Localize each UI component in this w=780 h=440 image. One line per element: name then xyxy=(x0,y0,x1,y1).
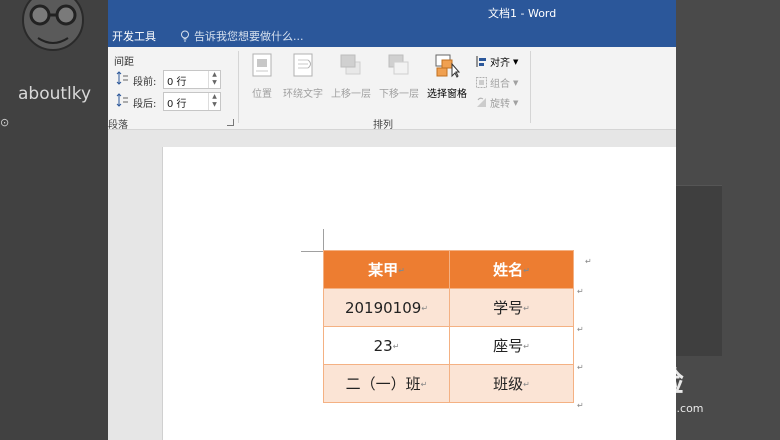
align-button[interactable]: 对齐 ▼ xyxy=(476,54,518,69)
desktop-left-area: aboutlky ⊙ xyxy=(0,0,108,440)
dropdown-arrow-icon: ▼ xyxy=(513,57,519,66)
ribbon-separator xyxy=(238,51,239,123)
table-cell[interactable]: 23↵ xyxy=(323,326,450,365)
end-of-row-mark: ↵ xyxy=(577,287,584,296)
end-of-cell-mark: ↵ xyxy=(392,341,400,351)
cell-text: 某甲 xyxy=(368,261,399,279)
position-icon xyxy=(252,53,272,77)
watermark-logo: Bai经验 xyxy=(588,366,684,397)
group-icon xyxy=(476,77,487,88)
group-label-arrange: 排列 xyxy=(373,120,393,131)
position-label: 位置 xyxy=(252,89,272,100)
selection-pane-icon xyxy=(435,54,461,78)
ribbon: 间距 段前: 0 行 ▲ ▼ 段后: 0 行 ▲ ▼ 段落 位置 环绕文字 上移一层 xyxy=(108,47,676,131)
group-label: 组合 xyxy=(490,79,510,90)
end-of-cell-mark: ↵ xyxy=(398,266,405,275)
end-of-row-mark: ↵ xyxy=(577,325,584,334)
table-cell[interactable]: 座号↵ xyxy=(449,326,574,365)
align-label: 对齐 xyxy=(490,58,510,69)
table-cell[interactable]: 20190109↵ xyxy=(323,288,450,327)
lightbulb-icon xyxy=(181,30,189,42)
end-of-row-mark: ↵ xyxy=(577,401,584,410)
desktop-username: aboutlky xyxy=(18,84,92,104)
desktop-right-panel xyxy=(676,185,722,356)
table-row: 20190109↵ 学号↵ xyxy=(323,288,574,327)
rotate-icon xyxy=(477,97,486,107)
baidu-jingyan-watermark: Bai经验 jingyan.baidu.com xyxy=(588,360,704,415)
desktop-edge-glyph: ⊙ xyxy=(0,116,10,129)
spacing-before-value: 0 行 xyxy=(167,77,187,88)
send-backward-label: 下移一层 xyxy=(379,89,419,100)
spacing-after-value: 0 行 xyxy=(167,99,187,110)
spacing-after-input[interactable]: 0 行 ▲ ▼ xyxy=(163,92,221,111)
data-table[interactable]: 某甲↵ 姓名↵ 20190109↵ 学号↵ 23↵ 座号↵ 二（一）班↵ 班级↵ xyxy=(323,250,574,403)
end-of-cell-mark: ↵ xyxy=(523,304,530,313)
rotate-label: 旋转 xyxy=(490,99,510,110)
dialog-launcher-icon[interactable] xyxy=(227,119,234,126)
rotate-button[interactable]: 旋转 ▼ xyxy=(476,95,518,110)
cell-text: 二（一）班 xyxy=(345,375,421,393)
avatar-cartoon-icon xyxy=(22,0,84,51)
crop-mark xyxy=(301,251,323,252)
watermark-url: jingyan.baidu.com xyxy=(602,402,704,415)
end-of-row-mark: ↵ xyxy=(585,257,592,266)
end-of-cell-mark: ↵ xyxy=(523,266,530,275)
spacing-after-icon xyxy=(116,93,128,107)
end-of-row-mark: ↵ xyxy=(577,363,584,372)
table-row: 二（一）班↵ 班级↵ xyxy=(323,364,574,403)
spacing-after-label: 段后: xyxy=(133,99,157,110)
table-cell[interactable]: 姓名↵ xyxy=(449,250,574,289)
window-title: 文档1 - Word xyxy=(488,7,557,20)
ribbon-tab-bar: 开发工具 告诉我您想要做什么... xyxy=(108,24,676,47)
end-of-cell-mark: ↵ xyxy=(421,303,429,313)
selection-pane-button[interactable]: 选择窗格 xyxy=(424,52,470,100)
position-button[interactable]: 位置 xyxy=(248,52,276,100)
send-backward-icon xyxy=(388,54,409,75)
tab-developer[interactable]: 开发工具 xyxy=(112,28,156,44)
cell-text: 学号 xyxy=(493,299,524,317)
align-icon xyxy=(476,56,486,67)
spacing-before-label: 段前: xyxy=(133,77,157,88)
table-cell[interactable]: 二（一）班↵ xyxy=(323,364,450,403)
spin-arrows-icon[interactable]: ▲ ▼ xyxy=(208,71,220,88)
bring-forward-icon xyxy=(340,54,361,75)
tell-me-placeholder: 告诉我您想要做什么... xyxy=(194,30,304,43)
wrap-text-label: 环绕文字 xyxy=(283,89,323,100)
group-button[interactable]: 组合 ▼ xyxy=(476,75,518,90)
dropdown-arrow-icon: ▼ xyxy=(513,98,519,107)
spacing-heading: 间距 xyxy=(114,57,134,68)
table-row: 23↵ 座号↵ xyxy=(323,326,574,365)
cell-text: 姓名 xyxy=(493,261,524,279)
tell-me-box[interactable]: 告诉我您想要做什么... xyxy=(180,28,304,44)
table-cell[interactable]: 学号↵ xyxy=(449,288,574,327)
table-header-row: 某甲↵ 姓名↵ xyxy=(323,250,574,289)
bring-forward-button[interactable]: 上移一层 xyxy=(328,52,374,100)
spacing-before-input[interactable]: 0 行 ▲ ▼ xyxy=(163,70,221,89)
bring-forward-label: 上移一层 xyxy=(331,89,371,100)
wrap-text-button[interactable]: 环绕文字 xyxy=(280,52,326,100)
wrap-text-icon xyxy=(293,53,313,77)
selection-pane-label: 选择窗格 xyxy=(427,89,467,100)
dropdown-arrow-icon: ▼ xyxy=(513,78,519,87)
group-label-paragraph: 段落 xyxy=(108,120,128,131)
table-cell[interactable]: 某甲↵ xyxy=(323,250,450,289)
ribbon-separator xyxy=(530,51,531,123)
end-of-cell-mark: ↵ xyxy=(523,342,530,351)
cell-text: 23 xyxy=(373,336,393,355)
end-of-cell-mark: ↵ xyxy=(523,380,530,389)
spin-arrows-icon[interactable]: ▲ ▼ xyxy=(208,93,220,110)
cell-text: 座号 xyxy=(493,337,524,355)
cell-text: 班级 xyxy=(493,375,524,393)
table-cell[interactable]: 班级↵ xyxy=(449,364,574,403)
end-of-cell-mark: ↵ xyxy=(420,380,428,389)
cell-text: 20190109 xyxy=(344,298,422,317)
send-backward-button[interactable]: 下移一层 xyxy=(376,52,422,100)
title-bar: 文档1 - Word xyxy=(108,0,676,24)
spacing-before-icon xyxy=(116,71,128,85)
